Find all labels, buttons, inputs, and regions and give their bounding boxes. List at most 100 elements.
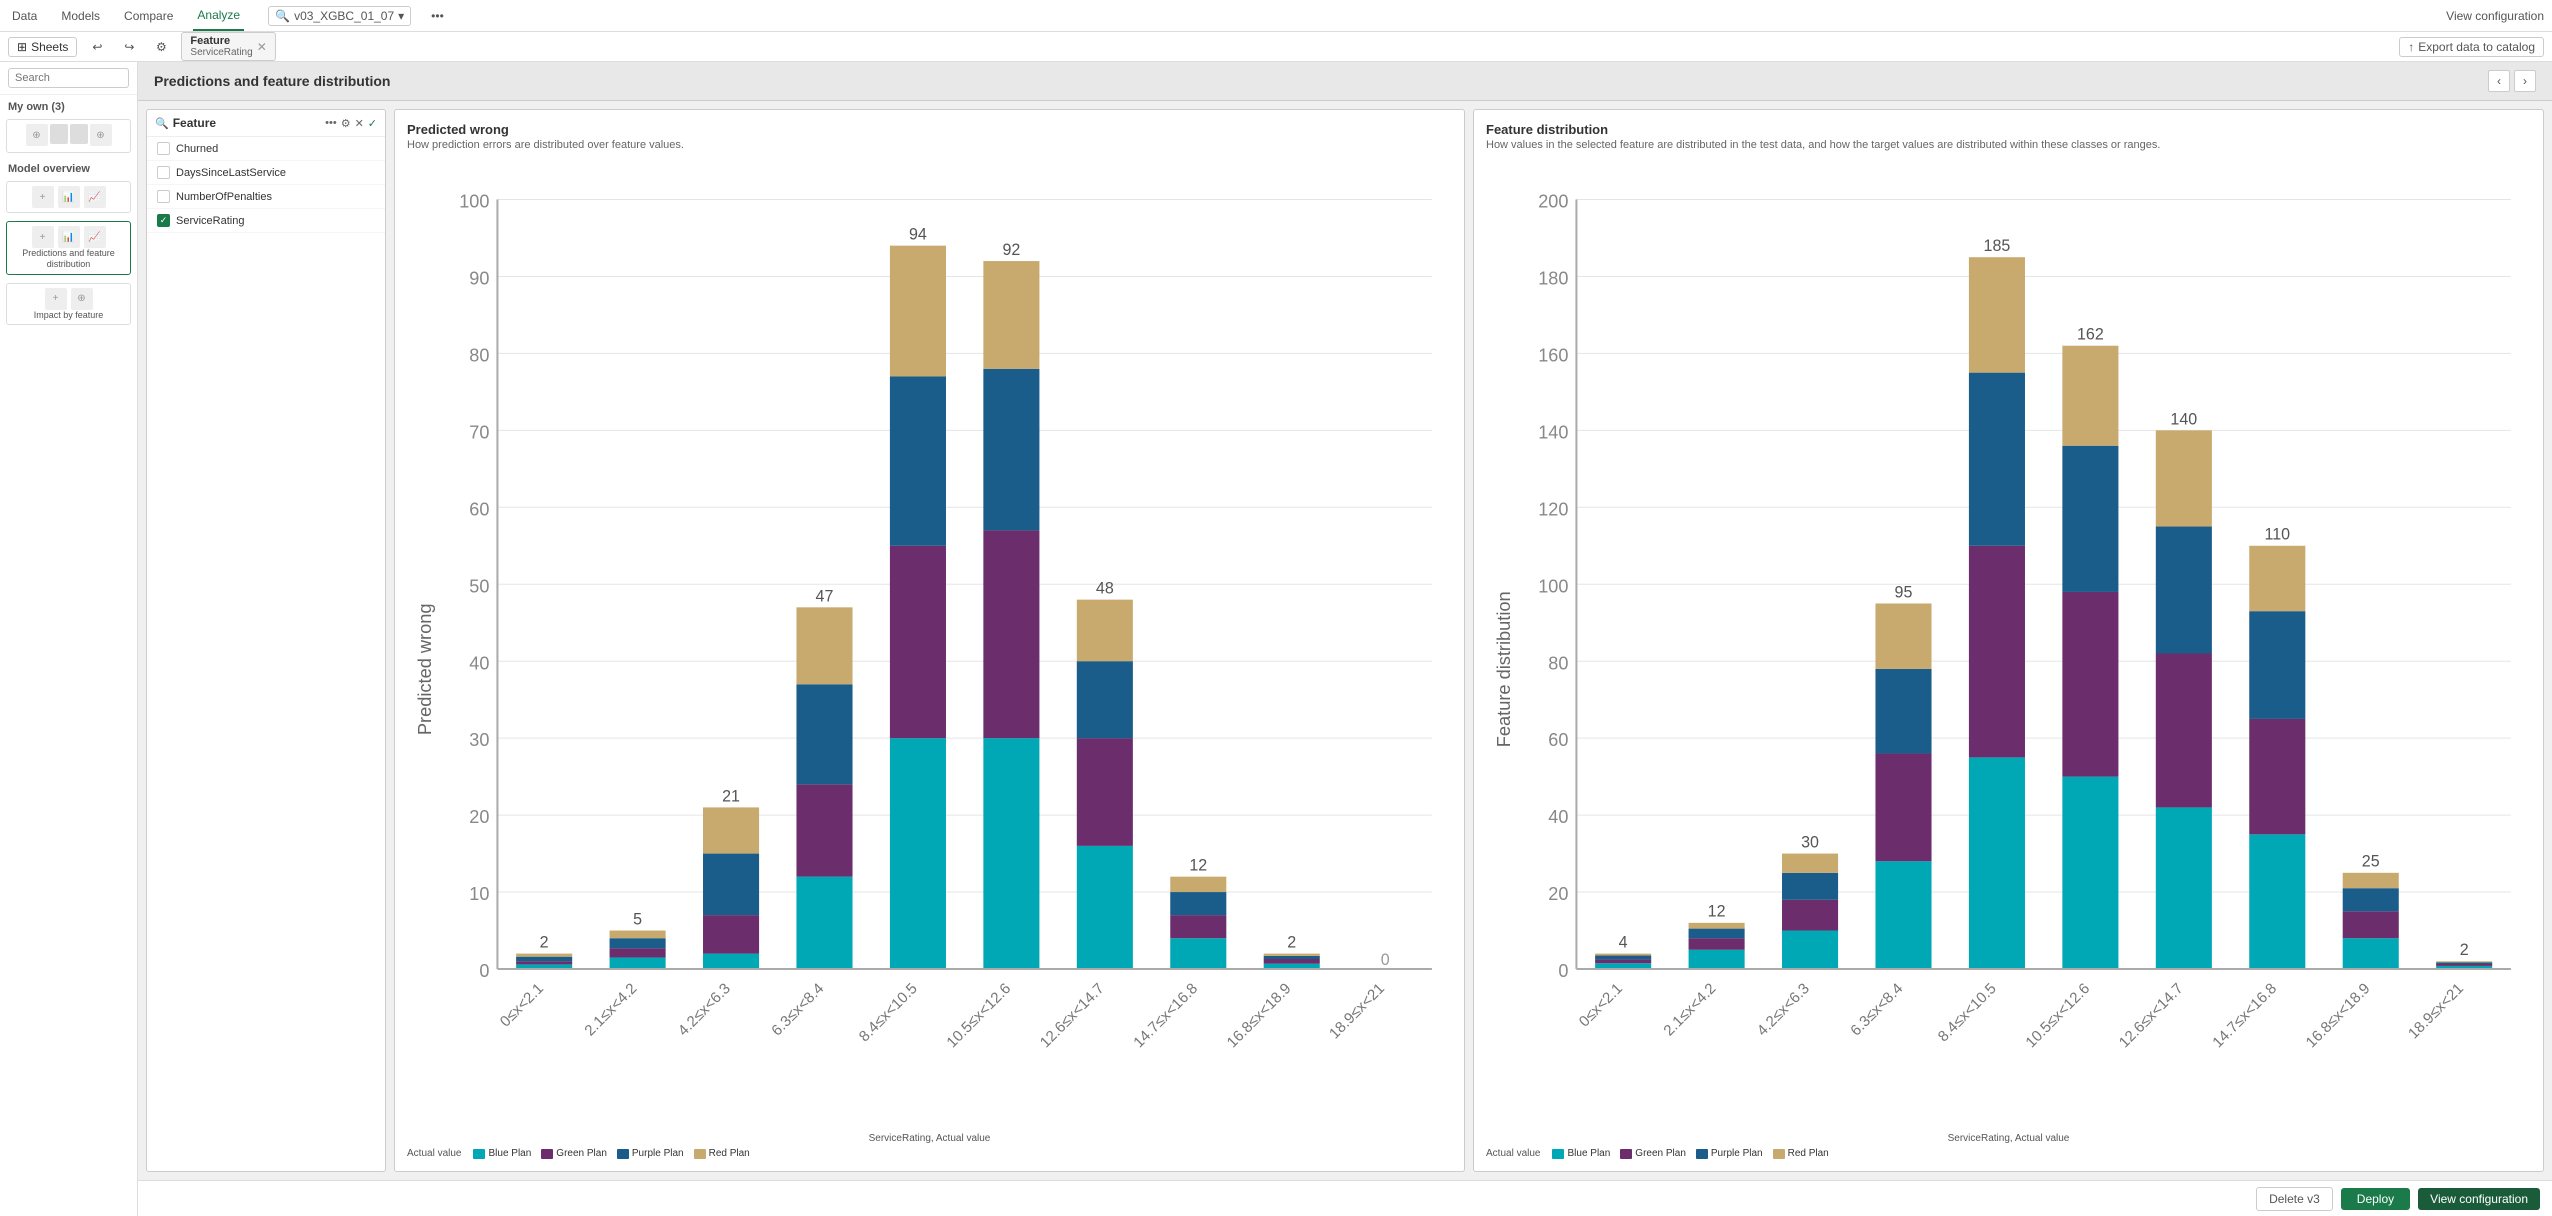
more-icon[interactable]: •••: [431, 9, 444, 23]
forward-icon[interactable]: ↪: [117, 35, 141, 59]
bottom-bar: Delete v3 Deploy View configuration: [138, 1180, 2552, 1216]
feature-item-0[interactable]: Churned: [147, 137, 385, 161]
check-icon[interactable]: ✓: [368, 117, 377, 130]
svg-text:6.3≤x<8.4: 6.3≤x<8.4: [1847, 980, 1906, 1039]
svg-text:60: 60: [1548, 730, 1568, 750]
svg-text:140: 140: [1538, 422, 1568, 442]
sidebar-card-model[interactable]: + 📊 📈: [6, 181, 131, 213]
legend-item-1: Green Plan: [541, 1148, 607, 1159]
svg-text:47: 47: [816, 587, 834, 605]
view-config-btn[interactable]: View configuration: [2446, 9, 2544, 23]
deploy-button[interactable]: Deploy: [2341, 1188, 2410, 1210]
charts-row: 🔍 Feature ••• ⚙ ✕ ✓ ChurnedDaysSinceLast…: [138, 101, 2552, 1180]
tab-close-icon[interactable]: ✕: [257, 40, 267, 54]
more-dots-icon[interactable]: •••: [325, 117, 337, 130]
sidebar-section-label: My own (3): [0, 95, 137, 115]
svg-text:140: 140: [2170, 410, 2197, 428]
legend-color-1: [1620, 1149, 1632, 1159]
feature-tab[interactable]: Feature ServiceRating ✕: [181, 32, 275, 61]
export-label: Export data to catalog: [2418, 40, 2535, 54]
svg-text:95: 95: [1895, 583, 1913, 601]
feature-checkbox-1[interactable]: [157, 166, 170, 179]
svg-text:0: 0: [1381, 951, 1390, 969]
svg-text:162: 162: [2077, 326, 2104, 344]
legend-label-3: Red Plan: [709, 1148, 750, 1159]
model-overview-label: Model overview: [0, 157, 137, 177]
svg-text:25: 25: [2362, 853, 2380, 871]
svg-text:8.4≤x<10.5: 8.4≤x<10.5: [1935, 980, 2000, 1045]
left-legend-actual: Actual value: [407, 1148, 461, 1159]
feature-checkbox-3[interactable]: ✓: [157, 214, 170, 227]
close-small-icon[interactable]: ✕: [355, 117, 364, 130]
svg-text:Predicted wrong: Predicted wrong: [415, 604, 435, 736]
svg-text:80: 80: [469, 345, 489, 365]
view-config-button[interactable]: View configuration: [2418, 1188, 2540, 1210]
tab-sub-label: ServiceRating: [190, 47, 252, 58]
sheets-label: Sheets: [31, 40, 68, 54]
left-legend-items: Blue PlanGreen PlanPurple PlanRed Plan: [473, 1148, 749, 1159]
page-arrows: ‹ ›: [2488, 70, 2536, 92]
svg-text:4: 4: [1619, 933, 1628, 951]
svg-text:21: 21: [722, 787, 740, 805]
nav-data[interactable]: Data: [8, 9, 41, 23]
sidebar-card-impact[interactable]: + ⊕ Impact by feature: [6, 283, 131, 326]
svg-text:10: 10: [469, 884, 489, 904]
nav-analyze[interactable]: Analyze: [193, 0, 244, 31]
sidebar-search: [0, 62, 137, 95]
legend-label-0: Blue Plan: [488, 1148, 531, 1159]
legend-color-3: [694, 1149, 706, 1159]
feature-checkbox-0[interactable]: [157, 142, 170, 155]
legend-item-2: Purple Plan: [1696, 1148, 1763, 1159]
svg-text:16.8≤x<18.9: 16.8≤x<18.9: [1224, 980, 1295, 1051]
feature-item-1[interactable]: DaysSinceLastService: [147, 161, 385, 185]
svg-text:2.1≤x<4.2: 2.1≤x<4.2: [581, 980, 640, 1039]
sidebar-card-predictions[interactable]: + 📊 📈 Predictions and feature distributi…: [6, 221, 131, 275]
settings-icon[interactable]: ⚙: [149, 35, 173, 59]
model-icon-row: + 📊 📈: [11, 186, 126, 208]
svg-text:2: 2: [2460, 941, 2469, 959]
export-button[interactable]: ↑ Export data to catalog: [2399, 37, 2544, 57]
svg-text:94: 94: [909, 226, 927, 244]
sidebar-card-1[interactable]: ⊕ ⊕: [6, 119, 131, 153]
left-chart-svg: 0102030405060708090100Predicted wrong20≤…: [407, 159, 1452, 1131]
svg-text:2: 2: [540, 933, 549, 951]
delete-button[interactable]: Delete v3: [2256, 1187, 2333, 1211]
tab-main-label: Feature: [190, 35, 252, 47]
predictions-label: Predictions and feature distribution: [11, 248, 126, 270]
right-legend-actual: Actual value: [1486, 1148, 1540, 1159]
feature-item-3[interactable]: ✓ ServiceRating: [147, 209, 385, 233]
svg-text:0: 0: [479, 961, 489, 981]
svg-text:160: 160: [1538, 345, 1568, 365]
feature-checkbox-2[interactable]: [157, 190, 170, 203]
prev-arrow[interactable]: ‹: [2488, 70, 2510, 92]
svg-text:70: 70: [469, 422, 489, 442]
content-area: Predictions and feature distribution ‹ ›…: [138, 62, 2552, 1216]
legend-label-0: Blue Plan: [1567, 1148, 1610, 1159]
main-layout: My own (3) ⊕ ⊕ Model overview + 📊 📈 + 📊: [0, 62, 2552, 1216]
svg-text:100: 100: [1538, 576, 1568, 596]
svg-text:120: 120: [1538, 499, 1568, 519]
next-arrow[interactable]: ›: [2514, 70, 2536, 92]
chart-icon: 📊: [58, 186, 80, 208]
nav-models[interactable]: Models: [57, 9, 104, 23]
search-text: v03_XGBC_01_07: [294, 9, 394, 23]
feature-item-2[interactable]: NumberOfPenalties: [147, 185, 385, 209]
sheets-button[interactable]: ⊞ Sheets: [8, 37, 77, 57]
right-chart-svg: 020406080100120140160180200Feature distr…: [1486, 159, 2531, 1131]
settings-small-icon[interactable]: ⚙: [341, 117, 351, 130]
search-icon: 🔍: [275, 9, 290, 23]
svg-text:92: 92: [1002, 241, 1020, 259]
back-icon[interactable]: ↩: [85, 35, 109, 59]
svg-text:14.7≤x<16.8: 14.7≤x<16.8: [1130, 980, 1201, 1051]
feature-panel-icons: ••• ⚙ ✕ ✓: [325, 117, 377, 130]
right-chart-title: Feature distribution: [1486, 122, 2531, 137]
search-input[interactable]: [8, 68, 129, 88]
nav-compare[interactable]: Compare: [120, 9, 177, 23]
left-chart-title: Predicted wrong: [407, 122, 1452, 137]
search-box[interactable]: 🔍 v03_XGBC_01_07 ▾: [268, 6, 411, 26]
legend-item-0: Blue Plan: [1552, 1148, 1610, 1159]
svg-text:40: 40: [1548, 807, 1568, 827]
feature-label-3: ServiceRating: [176, 215, 244, 227]
svg-text:80: 80: [1548, 653, 1568, 673]
svg-text:4.2≤x<6.3: 4.2≤x<6.3: [675, 980, 734, 1039]
